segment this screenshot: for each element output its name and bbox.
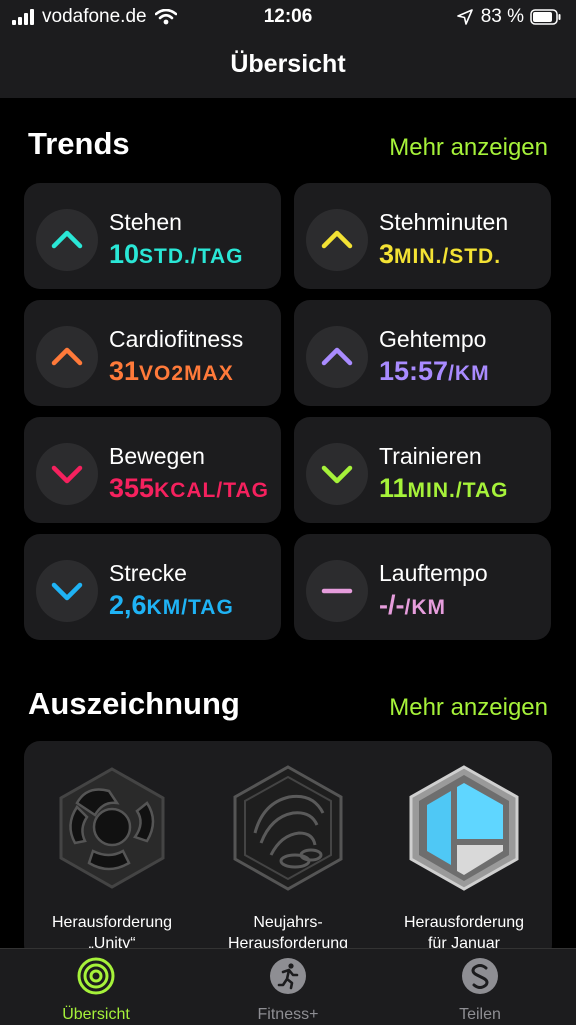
trend-name: Strecke xyxy=(109,560,187,586)
tab-teilen[interactable]: Teilen xyxy=(384,957,576,1024)
tab-fitness-plus[interactable]: Fitness+ xyxy=(192,957,384,1024)
trend-up-icon xyxy=(306,326,368,388)
trend-up-icon xyxy=(36,326,98,388)
trends-more-link[interactable]: Mehr anzeigen xyxy=(389,134,548,162)
trend-value: 3MIN./STD. xyxy=(379,239,502,269)
trend-name: Stehminuten xyxy=(379,209,509,235)
trend-card-cardiofitness[interactable]: Cardiofitness 31VO2MAX xyxy=(24,300,281,406)
january-badge-icon xyxy=(409,765,519,891)
tab-uebersicht[interactable]: Übersicht xyxy=(0,957,192,1024)
unity-badge-icon xyxy=(59,767,165,889)
trend-up-icon xyxy=(306,209,368,271)
trend-card-stehen[interactable]: Stehen 10STD./TAG xyxy=(24,183,281,289)
tab-label: Fitness+ xyxy=(257,1006,319,1023)
trend-down-icon xyxy=(36,560,98,622)
trend-value: 2,6KM/TAG xyxy=(109,590,234,620)
trend-name: Bewegen xyxy=(109,443,205,469)
trend-value: 355KCAL/TAG xyxy=(109,473,269,503)
trend-card-strecke[interactable]: Strecke 2,6KM/TAG xyxy=(24,534,281,640)
battery-percent: 83 % xyxy=(480,6,524,27)
trend-card-bewegen[interactable]: Bewegen 355KCAL/TAG xyxy=(24,417,281,523)
status-bar: vodafone.de 12:06 83 % xyxy=(0,0,576,34)
awards-card: Herausforderung „Unity“ Neujahrs- Herausfo… xyxy=(24,741,552,961)
award-unity[interactable]: Herausforderung „Unity“ xyxy=(24,763,200,954)
running-figure-icon xyxy=(270,958,306,994)
location-arrow-icon xyxy=(456,9,473,25)
activity-rings-icon xyxy=(77,957,115,995)
trend-value: 10STD./TAG xyxy=(109,239,244,269)
status-right: 83 % xyxy=(456,6,562,28)
nav-bar: Übersicht xyxy=(0,34,576,98)
award-januar[interactable]: Herausforderung für Januar xyxy=(376,763,552,954)
trend-value: 31VO2MAX xyxy=(109,356,234,386)
trend-down-icon xyxy=(36,443,98,505)
trend-card-gehtempo[interactable]: Gehtempo 15:57/KM xyxy=(294,300,551,406)
trend-card-stehminuten[interactable]: Stehminuten 3MIN./STD. xyxy=(294,183,551,289)
trend-name: Lauftempo xyxy=(379,560,488,586)
trend-value: 11MIN./TAG xyxy=(379,473,509,503)
award-neujahr[interactable]: Neujahrs- Herausforderung xyxy=(200,763,376,954)
trend-down-icon xyxy=(306,443,368,505)
share-s-icon xyxy=(462,958,498,994)
awards-more-link[interactable]: Mehr anzeigen xyxy=(389,694,548,722)
page-title: Übersicht xyxy=(230,50,346,78)
trend-name: Cardiofitness xyxy=(109,326,244,352)
trend-card-lauftempo[interactable]: Lauftempo -/-/KM xyxy=(294,534,551,640)
tab-label: Übersicht xyxy=(62,1006,130,1023)
trend-name: Trainieren xyxy=(379,443,482,469)
awards-heading: Auszeichnung xyxy=(28,686,240,721)
trend-name: Stehen xyxy=(109,209,182,235)
battery-icon xyxy=(530,9,561,25)
trend-card-trainieren[interactable]: Trainieren 11MIN./TAG xyxy=(294,417,551,523)
tab-label: Teilen xyxy=(459,1006,501,1023)
tab-bar: Übersicht Fitness+ Teilen xyxy=(0,948,576,1025)
trend-value: -/-/KM xyxy=(379,590,446,620)
trends-heading: Trends xyxy=(28,126,130,161)
trend-value: 15:57/KM xyxy=(379,356,490,386)
new-year-badge-icon xyxy=(233,765,343,891)
trend-name: Gehtempo xyxy=(379,326,487,352)
trend-flat-icon xyxy=(306,560,368,622)
trend-up-icon xyxy=(36,209,98,271)
